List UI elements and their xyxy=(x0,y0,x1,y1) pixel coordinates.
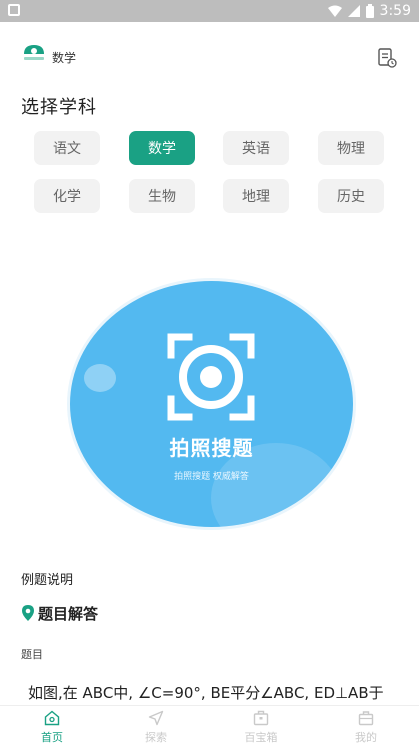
photo-search-subtitle: 拍照搜题 权威解答 xyxy=(174,472,249,482)
signal-icon xyxy=(347,5,360,17)
battery-icon xyxy=(365,4,374,18)
home-icon xyxy=(44,710,60,726)
tab-explore[interactable]: 探索 xyxy=(126,710,186,746)
history-icon[interactable] xyxy=(377,48,397,68)
photo-search-title: 拍照搜题 xyxy=(169,436,254,460)
tab-home-label: 首页 xyxy=(41,731,63,744)
location-pin-icon xyxy=(22,605,34,621)
example-section-label: 例题说明 xyxy=(21,573,74,588)
status-bar: 3:59 xyxy=(0,0,419,22)
subject-chip-geography[interactable]: 地理 xyxy=(223,179,289,213)
question-label: 题目 xyxy=(21,648,43,661)
tab-explore-label: 探索 xyxy=(145,731,167,744)
photo-search-button[interactable]: 拍照搜题 拍照搜题 权威解答 xyxy=(70,281,353,527)
status-icons: 3:59 xyxy=(327,2,411,20)
camera-scan-icon xyxy=(167,333,255,421)
tab-mine-label: 我的 xyxy=(355,731,377,744)
answer-title: 题目解答 xyxy=(38,604,99,623)
briefcase-icon xyxy=(358,711,374,726)
clock: 3:59 xyxy=(379,3,411,19)
subject-chip-chemistry[interactable]: 化学 xyxy=(34,179,100,213)
decorative-bubble xyxy=(84,364,116,392)
tab-home[interactable]: 首页 xyxy=(22,710,82,746)
subject-chip-history[interactable]: 历史 xyxy=(318,179,384,213)
app-header: 数学 xyxy=(0,36,419,76)
bottom-tab-bar: 首页 探索 百宝箱 我的 xyxy=(0,705,419,746)
subject-chip-chinese[interactable]: 语文 xyxy=(34,131,100,165)
subject-chip-biology[interactable]: 生物 xyxy=(129,179,195,213)
photo-search-circle[interactable]: 拍照搜题 拍照搜题 权威解答 xyxy=(70,281,353,527)
tab-treasure-box-label: 百宝箱 xyxy=(244,731,278,744)
subject-chip-physics[interactable]: 物理 xyxy=(318,131,384,165)
app-logo-icon xyxy=(24,45,44,60)
subject-picker: 语文 数学 英语 物理 化学 生物 地理 历史 xyxy=(34,131,384,215)
notification-icon xyxy=(8,4,20,16)
treasure-box-icon xyxy=(253,710,269,726)
navigation-icon xyxy=(148,710,164,726)
tab-mine[interactable]: 我的 xyxy=(336,710,396,746)
subject-chip-math[interactable]: 数学 xyxy=(129,131,195,165)
wifi-icon xyxy=(327,5,342,17)
subject-chip-english[interactable]: 英语 xyxy=(223,131,289,165)
answer-heading: 题目解答 xyxy=(22,601,98,625)
current-subject[interactable]: 数学 xyxy=(52,49,76,66)
subject-picker-title: 选择学科 xyxy=(21,97,97,118)
question-text: 如图,在 ABC中, ∠C=90°, BE平分∠ABC, ED⊥AB于 xyxy=(28,684,384,702)
tab-treasure-box[interactable]: 百宝箱 xyxy=(231,710,291,746)
